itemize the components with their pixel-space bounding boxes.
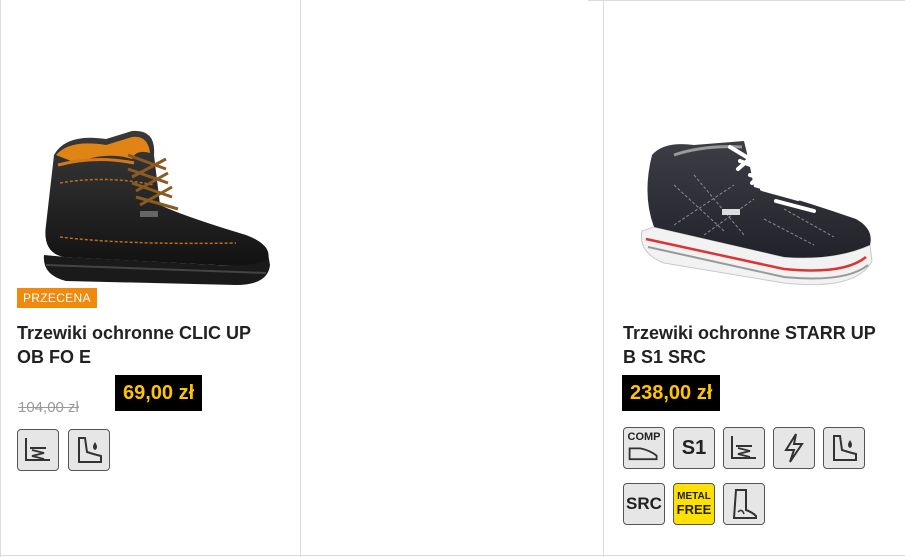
comp-label: COMP — [627, 431, 661, 443]
product-card[interactable]: Trzewiki ochronne STARR UP B S1 SRC 238,… — [604, 0, 905, 556]
sale-badge: PRZECENA — [17, 288, 97, 308]
antistatic-icon — [773, 427, 815, 469]
product-price: 69,00 zł — [115, 375, 203, 411]
product-title-line[interactable]: OB FO E — [17, 347, 91, 367]
product-title[interactable]: Trzewiki ochronne CLIC UP OB FO E — [17, 321, 287, 369]
shock-absorb-icon — [17, 429, 59, 471]
src-icon: SRC — [623, 483, 665, 525]
product-title-line[interactable]: Trzewiki ochronne CLIC UP — [17, 323, 251, 343]
product-image[interactable] — [634, 135, 879, 295]
grid-divider — [300, 0, 301, 557]
water-resistant-icon — [68, 429, 110, 471]
water-resistant-icon — [823, 427, 865, 469]
product-title-line[interactable]: Trzewiki ochronne STARR UP — [623, 323, 876, 343]
shock-absorb-icon — [723, 427, 765, 469]
composite-toecap-icon: COMP — [623, 427, 665, 469]
s1-icon: S1 — [673, 427, 715, 469]
product-title[interactable]: Trzewiki ochronne STARR UP B S1 SRC — [623, 321, 903, 369]
product-image[interactable] — [36, 125, 276, 295]
metal-free-icon: METAL FREE — [673, 483, 715, 525]
product-price: 238,00 zł — [622, 375, 721, 411]
s1-label: S1 — [681, 436, 707, 459]
boot-icon — [723, 483, 765, 525]
metal-free-label: FREE — [676, 502, 712, 517]
product-title-line[interactable]: B S1 SRC — [623, 347, 706, 367]
product-card[interactable]: PRZECENA Trzewiki ochronne CLIC UP OB FO… — [1, 0, 300, 556]
src-label: SRC — [626, 494, 662, 513]
old-price: 104,00 zł — [18, 399, 79, 416]
